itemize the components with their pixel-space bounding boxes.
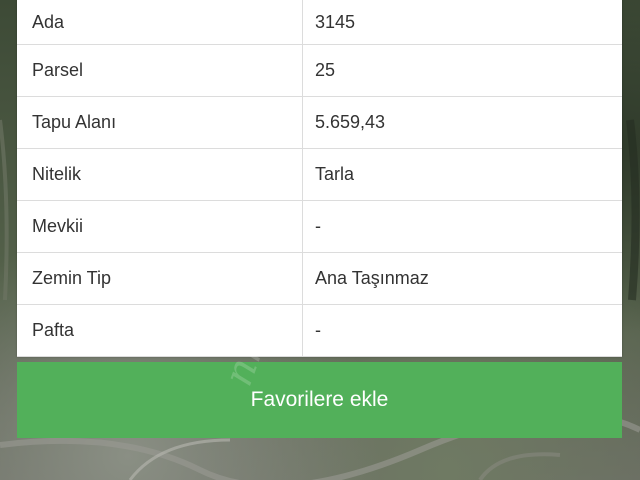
table-row: Ada 3145	[17, 0, 622, 45]
row-label: Mevkii	[17, 201, 303, 252]
row-label: Pafta	[17, 305, 303, 356]
table-row: Tapu Alanı 5.659,43	[17, 97, 622, 149]
row-label: Nitelik	[17, 149, 303, 200]
row-label: Tapu Alanı	[17, 97, 303, 148]
row-value: 5.659,43	[315, 112, 386, 132]
table-row: Zemin Tip Ana Taşınmaz	[17, 253, 622, 305]
row-value: Ana Taşınmaz	[315, 268, 429, 288]
row-value: -	[315, 216, 321, 236]
row-label: Zemin Tip	[17, 253, 303, 304]
row-value: -	[315, 320, 321, 340]
row-value: 25	[315, 60, 336, 80]
row-value: 3145	[315, 11, 356, 32]
parcel-info-table: Ada 3145 Parsel 25 Tapu Alanı 5.659,43 N…	[17, 0, 622, 357]
row-label: Parsel	[17, 45, 303, 96]
table-row: Nitelik Tarla	[17, 149, 622, 201]
table-row: Mevkii -	[17, 201, 622, 253]
add-to-favorites-button[interactable]: Favorilere ekle	[17, 362, 622, 438]
row-label: Ada	[17, 0, 303, 44]
row-value: Tarla	[315, 164, 355, 184]
table-row: Pafta -	[17, 305, 622, 357]
table-row: Parsel 25	[17, 45, 622, 97]
